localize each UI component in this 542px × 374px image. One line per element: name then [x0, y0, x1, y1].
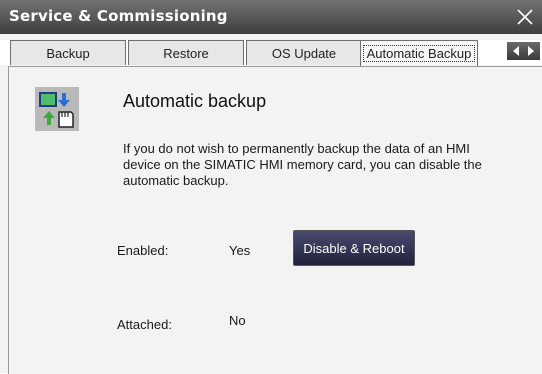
enabled-value: Yes	[229, 243, 251, 258]
service-commissioning-window: Service & Commissioning Backup Restore O…	[0, 0, 542, 374]
close-icon	[517, 9, 533, 25]
tab-scroll-buttons	[507, 42, 540, 60]
tab-label: OS Update	[271, 45, 337, 61]
tab-strip: Backup Restore OS Update Automatic Backu…	[0, 40, 542, 66]
tab-label: Restore	[163, 45, 209, 61]
arrow-left-icon[interactable]	[511, 45, 521, 57]
window-title: Service & Commissioning	[9, 7, 228, 25]
title-bar: Service & Commissioning	[0, 0, 542, 34]
tab-automatic-backup[interactable]: Automatic Backup	[360, 40, 478, 66]
tab-label: Automatic Backup	[362, 45, 476, 62]
tab-backup[interactable]: Backup	[10, 40, 126, 65]
close-button[interactable]	[508, 0, 542, 34]
attached-label: Attached:	[117, 317, 172, 332]
enabled-label: Enabled:	[117, 243, 169, 258]
attached-value: No	[229, 313, 246, 328]
automatic-backup-panel: Automatic backup If you do not wish to p…	[8, 66, 542, 374]
page-heading: Automatic backup	[123, 91, 267, 111]
disable-reboot-button[interactable]: Disable & Reboot	[293, 230, 415, 266]
automatic-backup-icon	[35, 87, 79, 131]
tab-os-update[interactable]: OS Update	[246, 40, 362, 65]
arrow-right-icon[interactable]	[526, 45, 536, 57]
tab-label: Backup	[46, 45, 90, 61]
page-description: If you do not wish to permanently backup…	[123, 141, 482, 188]
tab-restore[interactable]: Restore	[128, 40, 244, 65]
